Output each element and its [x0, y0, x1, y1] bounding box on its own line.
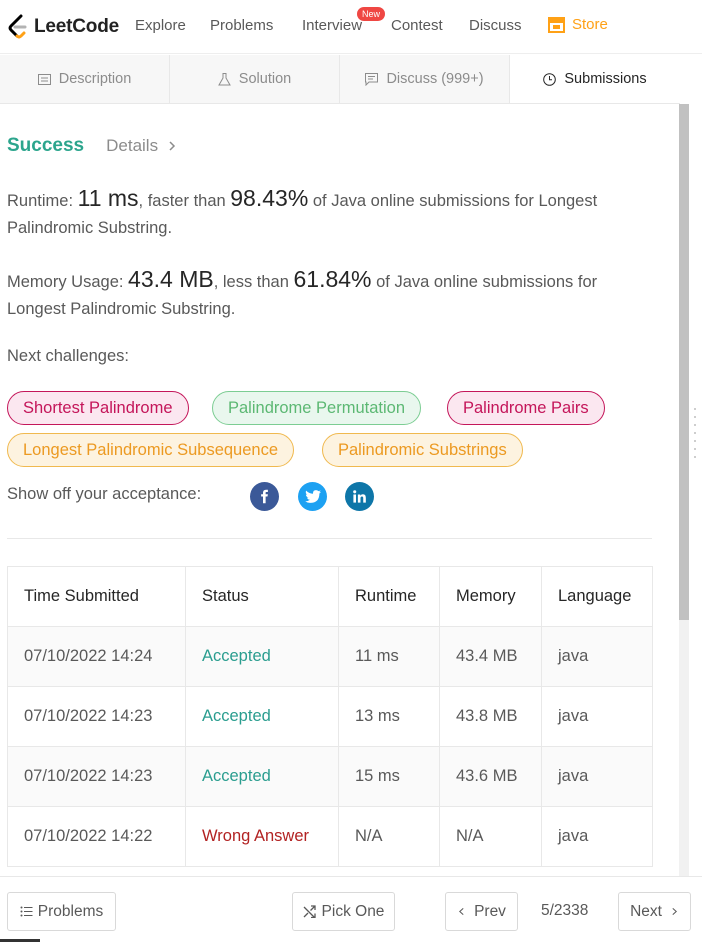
cell-language: java — [541, 806, 653, 867]
result-status: Success — [7, 135, 85, 156]
cell-status-link[interactable]: Accepted — [185, 626, 339, 687]
shuffle-icon — [303, 905, 316, 918]
cell-memory: 43.4 MB — [439, 626, 542, 687]
table-row: 07/10/2022 14:24 Accepted 11 ms 43.4 MB … — [7, 626, 653, 687]
memory-percentile: 61.84% — [293, 266, 372, 292]
share-label: Show off your acceptance: — [7, 485, 202, 503]
col-language[interactable]: Language — [541, 566, 653, 627]
chevron-left-icon — [459, 907, 464, 916]
memory-mid: , less than — [213, 273, 294, 291]
clock-icon — [543, 72, 564, 86]
tab-solution-label: Solution — [238, 71, 292, 87]
challenge-palindrome-permutation[interactable]: Palindrome Permutation — [212, 391, 422, 425]
col-runtime[interactable]: Runtime — [338, 566, 440, 627]
logo-text: LeetCode — [34, 16, 119, 37]
nav-discuss[interactable]: Discuss — [469, 17, 522, 34]
challenge-longest-palindromic-subsequence[interactable]: Longest Palindromic Subsequence — [7, 433, 295, 467]
nav-problems[interactable]: Problems — [210, 17, 273, 34]
nav-contest[interactable]: Contest — [391, 17, 443, 34]
cell-time: 07/10/2022 14:22 — [7, 806, 186, 867]
section-divider — [7, 538, 652, 539]
chevron-right-icon — [672, 907, 677, 916]
nav-interview[interactable]: Interview — [302, 17, 362, 34]
chevron-right-icon — [169, 141, 176, 151]
next-button[interactable]: Next — [618, 892, 691, 931]
col-time-submitted[interactable]: Time Submitted — [7, 566, 186, 627]
result-header: Success Details — [7, 135, 177, 157]
cell-language: java — [541, 746, 653, 807]
problem-tabs: Description Solution Discuss (999+) Subm… — [0, 55, 680, 104]
cell-status-link[interactable]: Accepted — [185, 686, 339, 747]
facebook-icon[interactable] — [250, 482, 279, 511]
cell-runtime: 15 ms — [338, 746, 440, 807]
tab-description[interactable]: Description — [0, 55, 170, 103]
runtime-stat: Runtime: 11 ms, faster than 98.43% of Ja… — [7, 185, 647, 242]
tab-description-label: Description — [58, 71, 132, 87]
table-row: 07/10/2022 14:23 Accepted 15 ms 43.6 MB … — [7, 746, 653, 807]
description-icon — [37, 73, 59, 86]
details-label: Details — [106, 136, 159, 155]
pick-one-button[interactable]: Pick One — [292, 892, 395, 931]
tab-submissions-label: Submissions — [564, 71, 647, 87]
cell-runtime: 11 ms — [338, 626, 440, 687]
pick-one-label: Pick One — [321, 902, 385, 920]
cell-memory: N/A — [439, 806, 542, 867]
nav-store[interactable]: Store — [547, 16, 608, 33]
store-label: Store — [572, 16, 608, 33]
tab-discuss-label: Discuss (999+) — [386, 71, 484, 87]
tab-submissions[interactable]: Submissions — [510, 55, 680, 103]
prev-label: Prev — [474, 902, 506, 920]
list-icon — [20, 906, 33, 917]
next-challenges-label: Next challenges: — [7, 347, 129, 365]
cell-memory: 43.8 MB — [439, 686, 542, 747]
flask-icon — [217, 72, 239, 86]
runtime-label: Runtime: — [7, 192, 78, 210]
table-row: 07/10/2022 14:23 Accepted 13 ms 43.8 MB … — [7, 686, 653, 747]
bottom-toolbar: Problems Pick One Prev 5/2338 Next — [0, 876, 702, 942]
twitter-icon[interactable] — [298, 482, 327, 511]
chat-icon — [365, 72, 386, 86]
cell-language: java — [541, 626, 653, 687]
challenge-palindromic-substrings[interactable]: Palindromic Substrings — [322, 433, 523, 467]
details-link[interactable]: Details — [106, 136, 177, 156]
runtime-percentile: 98.43% — [230, 185, 309, 211]
cell-status-link[interactable]: Accepted — [185, 746, 339, 807]
tab-solution[interactable]: Solution — [170, 55, 340, 103]
leetcode-logo-icon — [8, 14, 27, 39]
problems-button-label: Problems — [37, 902, 104, 920]
col-memory[interactable]: Memory — [439, 566, 542, 627]
table-row: 07/10/2022 14:22 Wrong Answer N/A N/A ja… — [7, 806, 653, 867]
memory-label: Memory Usage: — [7, 273, 129, 291]
cell-time: 07/10/2022 14:23 — [7, 746, 186, 807]
new-badge: New — [357, 7, 386, 21]
challenge-shortest-palindrome[interactable]: Shortest Palindrome — [7, 391, 189, 425]
nav-explore[interactable]: Explore — [135, 17, 186, 34]
table-header-row: Time Submitted Status Runtime Memory Lan… — [7, 566, 653, 627]
next-label: Next — [630, 902, 662, 920]
cell-runtime: N/A — [338, 806, 440, 867]
cell-time: 07/10/2022 14:24 — [7, 626, 186, 687]
cell-language: java — [541, 686, 653, 747]
runtime-value: 11 ms — [77, 185, 139, 211]
challenge-palindrome-pairs[interactable]: Palindrome Pairs — [447, 391, 605, 425]
memory-value: 43.4 MB — [128, 266, 214, 292]
submissions-table: Time Submitted Status Runtime Memory Lan… — [7, 566, 653, 867]
leetcode-logo[interactable]: LeetCode — [6, 13, 119, 41]
problems-list-button[interactable]: Problems — [7, 892, 116, 931]
runtime-mid: , faster than — [138, 192, 231, 210]
cell-memory: 43.6 MB — [439, 746, 542, 807]
cell-status-link[interactable]: Wrong Answer — [185, 806, 339, 867]
col-status[interactable]: Status — [185, 566, 339, 627]
cell-runtime: 13 ms — [338, 686, 440, 747]
problem-pager: 5/2338 — [541, 902, 589, 919]
pane-resize-handle[interactable] — [694, 408, 700, 458]
cell-time: 07/10/2022 14:23 — [7, 686, 186, 747]
tab-discuss[interactable]: Discuss (999+) — [340, 55, 510, 103]
scrollbar-thumb[interactable] — [679, 104, 689, 620]
memory-stat: Memory Usage: 43.4 MB, less than 61.84% … — [7, 266, 647, 323]
prev-button[interactable]: Prev — [445, 892, 518, 931]
top-navbar: LeetCode Explore Problems Interview New … — [0, 0, 702, 54]
linkedin-icon[interactable] — [345, 482, 374, 511]
store-icon — [548, 17, 565, 33]
